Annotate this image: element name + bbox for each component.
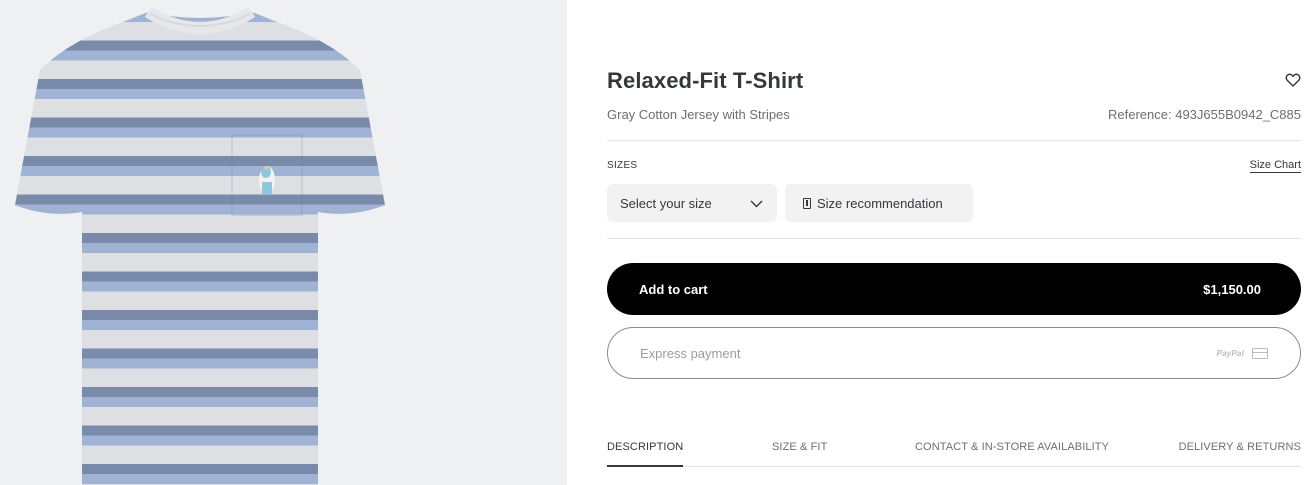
divider xyxy=(607,238,1301,239)
product-info-panel: Relaxed-Fit T-Shirt Gray Cotton Jersey w… xyxy=(607,0,1301,485)
sizes-label: SIZES xyxy=(607,160,638,171)
product-title: Relaxed-Fit T-Shirt xyxy=(607,68,804,93)
divider xyxy=(607,140,1301,141)
tab-delivery-returns[interactable]: DELIVERY & RETURNS xyxy=(1179,441,1301,453)
express-payment-button[interactable]: Express payment PayPal xyxy=(607,327,1301,379)
add-to-cart-button[interactable]: Add to cart $1,150.00 xyxy=(607,263,1301,315)
tab-contact-availability[interactable]: CONTACT & IN-STORE AVAILABILITY xyxy=(915,441,1109,453)
paypal-logo: PayPal xyxy=(1216,348,1244,358)
credit-card-icon xyxy=(1252,347,1268,359)
product-subtitle: Gray Cotton Jersey with Stripes xyxy=(607,107,790,122)
tab-size-fit[interactable]: SIZE & FIT xyxy=(772,441,827,453)
heart-icon[interactable] xyxy=(1285,72,1301,88)
size-recommendation-button[interactable]: Size recommendation xyxy=(785,184,973,222)
express-payment-label: Express payment xyxy=(640,345,741,361)
size-chart-link[interactable]: Size Chart xyxy=(1249,159,1301,173)
size-recommendation-label: Size recommendation xyxy=(817,195,943,211)
size-select-label: Select your size xyxy=(620,195,712,211)
chevron-down-icon xyxy=(750,196,763,211)
tab-description[interactable]: DESCRIPTION xyxy=(607,441,684,467)
ruler-icon xyxy=(803,197,811,209)
product-tabs: DESCRIPTION SIZE & FIT CONTACT & IN-STOR… xyxy=(607,436,1301,467)
embroidery-logo xyxy=(259,166,275,194)
t-shirt-image xyxy=(15,6,385,485)
price: $1,150.00 xyxy=(1203,281,1261,297)
product-reference: Reference: 493J655B0942_C885 xyxy=(1108,107,1301,122)
add-to-cart-label: Add to cart xyxy=(639,281,708,297)
product-image[interactable] xyxy=(0,0,567,485)
size-select[interactable]: Select your size xyxy=(607,184,777,222)
